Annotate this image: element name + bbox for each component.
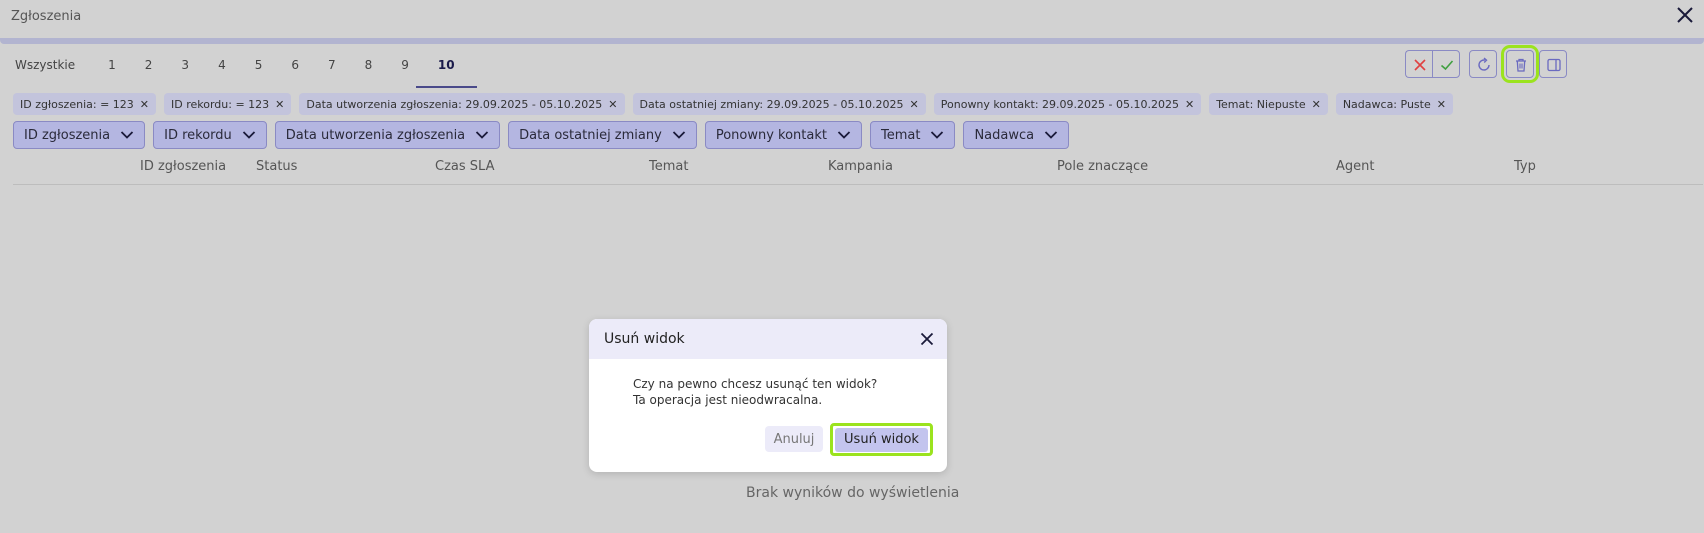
delete-view-button[interactable] <box>1501 45 1539 83</box>
filter-chip: Data ostatniej zmiany: 29.09.2025 - 05.1… <box>632 93 926 115</box>
dialog-header: Usuń widok <box>589 319 947 359</box>
filter-label: Data ostatniej zmiany <box>519 127 662 143</box>
remove-chip-icon[interactable]: ✕ <box>275 98 284 111</box>
filter-dropdown-nadawca[interactable]: Nadawca <box>963 121 1070 149</box>
chevron-down-icon <box>120 131 134 139</box>
tab-8[interactable]: 8 <box>365 50 373 86</box>
column-header-typ[interactable]: Typ <box>1514 159 1536 174</box>
filter-chip: ID rekordu: = 123 ✕ <box>164 93 292 115</box>
refresh-button[interactable] <box>1469 50 1497 78</box>
filter-label: Nadawca <box>974 127 1035 143</box>
chevron-down-icon <box>1044 131 1058 139</box>
remove-chip-icon[interactable]: ✕ <box>608 98 617 111</box>
filter-dropdown-ponowny-kontakt[interactable]: Ponowny kontakt <box>704 121 862 149</box>
chip-label: Data utworzenia zgłoszenia: 29.09.2025 -… <box>306 97 603 111</box>
accent-bar <box>0 38 1704 44</box>
column-header-status[interactable]: Status <box>256 159 297 174</box>
filter-dropdowns: ID zgłoszenia ID rekordu Data utworzenia… <box>13 121 1070 149</box>
confirm-delete-label: Usuń widok <box>835 427 928 452</box>
tab-1[interactable]: 1 <box>108 50 116 86</box>
column-header-agent[interactable]: Agent <box>1336 159 1374 174</box>
chip-label: Data ostatniej zmiany: 29.09.2025 - 05.1… <box>639 97 904 111</box>
window-titlebar: Zgłoszenia <box>0 0 1704 38</box>
filter-dropdown-id-rekordu[interactable]: ID rekordu <box>153 121 267 149</box>
dialog-message: Czy na pewno chcesz usunąć ten widok? Ta… <box>633 376 877 408</box>
tab-4[interactable]: 4 <box>218 50 226 86</box>
empty-state-message: Brak wyników do wyświetlenia <box>746 485 960 501</box>
refresh-icon <box>1478 57 1490 71</box>
remove-chip-icon[interactable]: ✕ <box>1185 98 1194 111</box>
tab-2[interactable]: 2 <box>145 50 153 86</box>
chip-label: Temat: Niepuste <box>1216 97 1306 111</box>
dialog-message-line: Ta operacja jest nieodwracalna. <box>633 393 823 407</box>
filter-chip: Nadawca: Puste ✕ <box>1335 93 1453 115</box>
chip-label: Nadawca: Puste <box>1342 97 1431 111</box>
filter-chip: Temat: Niepuste ✕ <box>1209 93 1328 115</box>
filter-label: Data utworzenia zgłoszenia <box>285 127 466 143</box>
column-header-id-zgloszenia[interactable]: ID zgłoszenia <box>140 159 226 174</box>
chevron-down-icon <box>837 131 851 139</box>
view-tabs: Wszystkie 1 2 3 4 5 6 7 8 9 10 <box>0 50 476 88</box>
exit-panel-button[interactable] <box>1539 50 1567 78</box>
column-header-kampania[interactable]: Kampania <box>828 159 893 174</box>
tab-all[interactable]: Wszystkie <box>15 50 75 86</box>
table-header: ID zgłoszenia Status Czas SLA Temat Kamp… <box>13 148 1703 185</box>
chevron-down-icon <box>931 131 944 139</box>
tab-7[interactable]: 7 <box>328 50 336 86</box>
check-icon <box>1440 60 1454 71</box>
remove-chip-icon[interactable]: ✕ <box>1437 98 1446 111</box>
dialog-title: Usuń widok <box>604 331 685 347</box>
panel-exit-icon <box>1547 58 1561 72</box>
chip-label: Ponowny kontakt: 29.09.2025 - 05.10.2025 <box>940 97 1179 111</box>
x-icon <box>1414 59 1426 71</box>
filter-label: Ponowny kontakt <box>715 127 827 143</box>
filter-dropdown-data-ostatniej-zmiany[interactable]: Data ostatniej zmiany <box>508 121 697 149</box>
column-header-temat[interactable]: Temat <box>649 159 688 174</box>
filter-dropdown-temat[interactable]: Temat <box>869 121 956 149</box>
chevron-down-icon <box>476 131 489 139</box>
dialog-close-icon[interactable] <box>919 331 935 347</box>
remove-chip-icon[interactable]: ✕ <box>910 98 919 111</box>
window-close-icon[interactable] <box>1676 6 1696 28</box>
window-title: Zgłoszenia <box>11 9 82 24</box>
active-filter-chips: ID zgłoszenia: = 123 ✕ ID rekordu: = 123 ✕… <box>13 93 1453 115</box>
remove-chip-icon[interactable]: ✕ <box>140 98 149 111</box>
filter-chip: ID zgłoszenia: = 123 ✕ <box>13 93 156 115</box>
chevron-down-icon <box>672 131 685 139</box>
dialog-message-line: Czy na pewno chcesz usunąć ten widok? <box>633 377 878 391</box>
tab-9[interactable]: 9 <box>401 50 409 86</box>
remove-chip-icon[interactable]: ✕ <box>1312 98 1321 111</box>
filter-chip: Ponowny kontakt: 29.09.2025 - 05.10.2025… <box>933 93 1202 115</box>
filter-chip: Data utworzenia zgłoszenia: 29.09.2025 -… <box>299 93 625 115</box>
trash-icon <box>1516 58 1526 72</box>
tab-5[interactable]: 5 <box>255 50 263 86</box>
tab-3[interactable]: 3 <box>181 50 189 86</box>
chip-label: ID zgłoszenia: = 123 <box>20 97 134 111</box>
chip-label: ID rekordu: = 123 <box>171 97 270 111</box>
cancel-button[interactable]: Anuluj <box>765 426 823 452</box>
save-changes-button[interactable] <box>1432 50 1460 78</box>
chevron-down-icon <box>242 131 255 139</box>
filter-dropdown-data-utworzenia[interactable]: Data utworzenia zgłoszenia <box>274 121 501 149</box>
tab-6[interactable]: 6 <box>291 50 299 86</box>
column-header-czas-sla[interactable]: Czas SLA <box>435 159 494 174</box>
filter-dropdown-id-zgloszenia[interactable]: ID zgłoszenia <box>13 121 146 149</box>
delete-view-dialog: Usuń widok Czy na pewno chcesz usunąć te… <box>589 319 947 472</box>
filter-label: ID zgłoszenia <box>24 127 111 143</box>
filter-label: ID rekordu <box>164 127 232 143</box>
filter-label: Temat <box>880 127 921 143</box>
column-header-pole-znaczace[interactable]: Pole znaczące <box>1057 159 1148 174</box>
tab-10[interactable]: 10 <box>416 50 476 88</box>
confirm-delete-button[interactable]: Usuń widok <box>830 423 933 456</box>
cancel-changes-button[interactable] <box>1405 50 1433 78</box>
